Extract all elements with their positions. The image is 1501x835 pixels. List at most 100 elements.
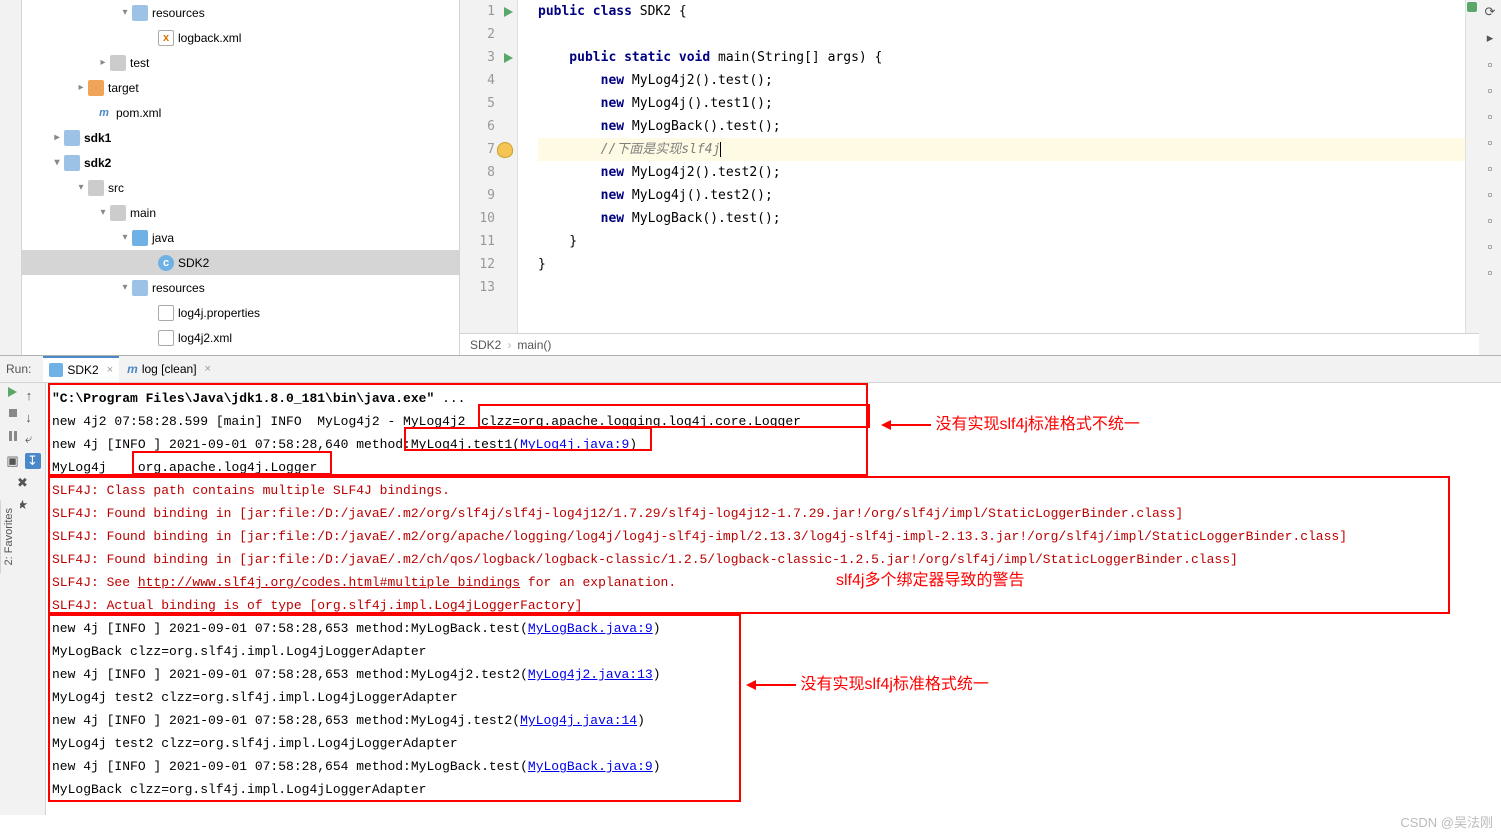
- project-tree[interactable]: ▾resources xlogback.xml ▸test ▸target mp…: [22, 0, 460, 355]
- source-link[interactable]: MyLog4j.java:14: [520, 713, 637, 728]
- console-line: MyLog4j test2 clzz=org.slf4j.impl.Log4jL…: [52, 732, 1495, 755]
- help-link[interactable]: http://www.slf4j.org/codes.html#multiple…: [138, 575, 520, 590]
- console-line: SLF4J: Class path contains multiple SLF4…: [52, 479, 1495, 502]
- run-tab-sdk2[interactable]: SDK2×: [43, 356, 119, 382]
- tree-sdk1[interactable]: ▸sdk1: [22, 125, 459, 150]
- tool-icon[interactable]: ▫: [1482, 212, 1498, 228]
- tree-label: test: [130, 56, 149, 70]
- tree-log4j-props[interactable]: log4j.properties: [22, 300, 459, 325]
- code-editor[interactable]: 1 2 3 4 5 6 7 8 9 10 11 12 13 public cla…: [460, 0, 1479, 333]
- run-config-icon: [49, 363, 63, 377]
- tree-label: log4j2.xml: [178, 331, 232, 345]
- tree-java[interactable]: ▾java: [22, 225, 459, 250]
- code-line: new MyLog4j().test2();: [538, 184, 1479, 207]
- console-line: MyLogBack clzz=org.slf4j.impl.Log4jLogge…: [52, 640, 1495, 663]
- up-icon[interactable]: ↑: [21, 387, 37, 403]
- tree-label: logback.xml: [178, 31, 241, 45]
- tree-label: main: [130, 206, 156, 220]
- console-line: MyLog4j test2 clzz=org.slf4j.impl.Log4jL…: [52, 686, 1495, 709]
- tree-pom[interactable]: mpom.xml: [22, 100, 459, 125]
- tree-target[interactable]: ▸target: [22, 75, 459, 100]
- tree-resources[interactable]: ▾resources: [22, 0, 459, 25]
- tool-icon[interactable]: ▫: [1482, 82, 1498, 98]
- tree-log4j2-xml[interactable]: log4j2.xml: [22, 325, 459, 350]
- source-link[interactable]: MyLog4j.java:9: [520, 437, 629, 452]
- cursor-icon: [720, 142, 721, 157]
- code-line: new MyLogBack().test();: [538, 115, 1479, 138]
- gutter-10: 10: [460, 207, 495, 230]
- code-line: [538, 23, 1479, 46]
- breadcrumb[interactable]: SDK2 › main(): [460, 333, 1479, 355]
- console-line: SLF4J: Actual binding is of type [org.sl…: [52, 594, 1495, 617]
- gutter-12: 12: [460, 253, 495, 276]
- console-line: MyLogBack clzz=org.slf4j.impl.Log4jLogge…: [52, 778, 1495, 801]
- down-icon[interactable]: ↓: [21, 409, 37, 425]
- tree-test[interactable]: ▸test: [22, 50, 459, 75]
- code-line: }: [538, 253, 1479, 276]
- console-line: new 4j2 07:58:28.599 [main] INFO MyLog4j…: [52, 410, 1495, 433]
- tool-icon[interactable]: ▫: [1482, 238, 1498, 254]
- tool-icon[interactable]: ▫: [1482, 56, 1498, 72]
- code-line: public static void main(String[] args) {: [538, 46, 1479, 69]
- wrap-icon[interactable]: ⤶: [21, 431, 37, 447]
- tool-icon[interactable]: ▫: [1482, 264, 1498, 280]
- code-line: public class SDK2 {: [538, 0, 1479, 23]
- console-line: SLF4J: See http://www.slf4j.org/codes.ht…: [52, 571, 1495, 594]
- tree-src[interactable]: ▾src: [22, 175, 459, 200]
- source-link[interactable]: MyLogBack.java:9: [528, 621, 653, 636]
- console-line: new 4j [INFO ] 2021-09-01 07:58:28,654 m…: [52, 755, 1495, 778]
- tree-resources2[interactable]: ▾resources: [22, 275, 459, 300]
- code-line: }: [538, 230, 1479, 253]
- gutter-13: 13: [460, 276, 495, 299]
- console-line: new 4j [INFO ] 2021-09-01 07:58:28,653 m…: [52, 663, 1495, 686]
- run-tab-label: log [clean]: [142, 362, 197, 376]
- source-link[interactable]: MyLogBack.java:9: [528, 759, 653, 774]
- run-tab-log-clean[interactable]: mlog [clean]×: [121, 356, 217, 382]
- tree-label: java: [152, 231, 174, 245]
- console-line: new 4j [INFO ] 2021-09-01 07:58:28,640 m…: [52, 433, 1495, 456]
- tree-main[interactable]: ▾main: [22, 200, 459, 225]
- editor-body[interactable]: public class SDK2 { public static void m…: [518, 0, 1479, 333]
- tool-icon[interactable]: ▫: [1482, 186, 1498, 202]
- code-line-current: //下面是实现slf4j: [538, 138, 1479, 161]
- scroll-icon[interactable]: ↧: [25, 453, 41, 469]
- console-line: "C:\Program Files\Java\jdk1.8.0_181\bin\…: [52, 387, 1495, 410]
- console-line: new 4j [INFO ] 2021-09-01 07:58:28,653 m…: [52, 617, 1495, 640]
- source-link[interactable]: MyLog4j2.java:13: [528, 667, 653, 682]
- tree-label: sdk2: [84, 156, 111, 170]
- close-icon[interactable]: ×: [205, 363, 211, 375]
- tree-sdk2[interactable]: ▾sdk2: [22, 150, 459, 175]
- run-tabs-bar: Run: SDK2× mlog [clean]×: [0, 356, 1501, 383]
- stop-icon[interactable]: [9, 409, 17, 417]
- breadcrumb-method[interactable]: main(): [517, 338, 551, 352]
- tree-label: pom.xml: [116, 106, 161, 120]
- inspection-ok-icon[interactable]: [1467, 2, 1477, 12]
- tree-class-sdk2[interactable]: cSDK2: [22, 250, 459, 275]
- tool-icon[interactable]: ▫: [1482, 160, 1498, 176]
- tool-icon[interactable]: ▫: [1482, 134, 1498, 150]
- tool-icon[interactable]: ▸: [1482, 30, 1498, 46]
- gutter-6: 6: [460, 115, 495, 138]
- watermark: CSDN @吴法刚: [1400, 812, 1493, 831]
- console-line: new 4j [INFO ] 2021-09-01 07:58:28,653 m…: [52, 709, 1495, 732]
- left-gutter: [0, 0, 22, 355]
- trash-icon[interactable]: ✖: [15, 475, 31, 491]
- camera-icon[interactable]: ▣: [5, 453, 21, 469]
- pause-icon[interactable]: [9, 431, 17, 441]
- console-output[interactable]: "C:\Program Files\Java\jdk1.8.0_181\bin\…: [46, 383, 1501, 815]
- tree-logback-xml[interactable]: xlogback.xml: [22, 25, 459, 50]
- code-line: new MyLog4j2().test();: [538, 69, 1479, 92]
- breadcrumb-class[interactable]: SDK2: [470, 338, 501, 352]
- gutter-3[interactable]: 3: [460, 46, 495, 69]
- refresh-icon[interactable]: ⟳: [1482, 4, 1498, 20]
- gutter-11: 11: [460, 230, 495, 253]
- editor-scrollbar[interactable]: [1465, 0, 1479, 333]
- favorites-tool-tab[interactable]: 2: Favorites: [0, 500, 20, 573]
- gutter-1[interactable]: 1: [460, 0, 495, 23]
- gutter-7[interactable]: 7: [460, 138, 495, 161]
- close-icon[interactable]: ×: [107, 364, 113, 376]
- rerun-icon[interactable]: [8, 387, 17, 397]
- tool-icon[interactable]: ▫: [1482, 108, 1498, 124]
- tree-label: src: [108, 181, 124, 195]
- tree-label: sdk1: [84, 131, 111, 145]
